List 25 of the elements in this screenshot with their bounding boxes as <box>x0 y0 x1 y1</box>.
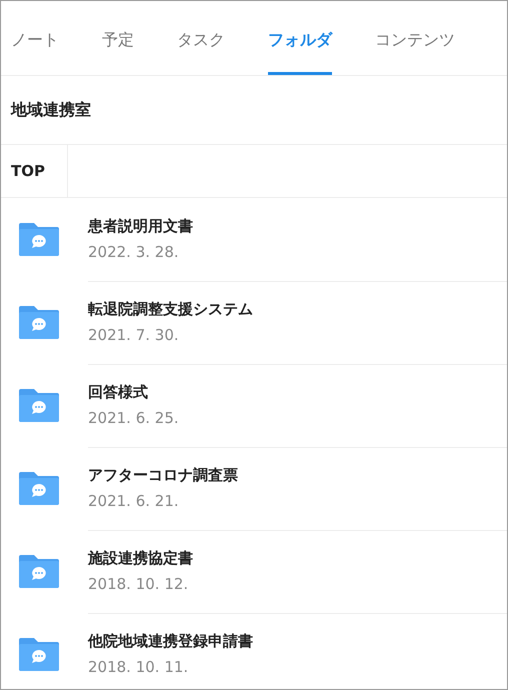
folder-date: 2022. 3. 28. <box>88 243 180 261</box>
folder-icon <box>19 306 59 339</box>
folder-date: 2021. 6. 25. <box>88 409 180 427</box>
folder-icon <box>19 555 59 588</box>
folder-date: 2018. 10. 11. <box>88 658 190 676</box>
folder-name[interactable]: 他院地域連携登録申請書 <box>88 632 507 651</box>
tab[interactable]: フォルダ <box>268 1 332 75</box>
folder-icon <box>19 638 59 671</box>
folder-date: 2021. 7. 30. <box>88 326 180 344</box>
tab[interactable]: コンテンツ <box>375 1 455 75</box>
folder-date: 2018. 10. 12. <box>88 575 190 593</box>
tab[interactable]: タスク <box>177 1 225 75</box>
folder-name[interactable]: 回答様式 <box>88 383 507 402</box>
folder-name[interactable]: 転退院調整支援システム <box>88 300 507 319</box>
folder-name[interactable]: 施設連携協定書 <box>88 549 507 568</box>
tab[interactable]: 予定 <box>102 1 134 75</box>
folder-icon <box>19 389 59 422</box>
breadcrumb-item[interactable]: TOP <box>1 145 68 197</box>
folder-date: 2021. 6. 21. <box>88 492 180 510</box>
folder-name[interactable]: 患者説明用文書 <box>88 217 507 236</box>
tab[interactable]: ノート <box>11 1 59 75</box>
folder-title: 地域連携室 <box>1 76 507 145</box>
folder-name[interactable]: アフターコロナ調査票 <box>88 466 507 485</box>
folder-icon <box>19 472 59 505</box>
folder-icon <box>19 223 59 256</box>
